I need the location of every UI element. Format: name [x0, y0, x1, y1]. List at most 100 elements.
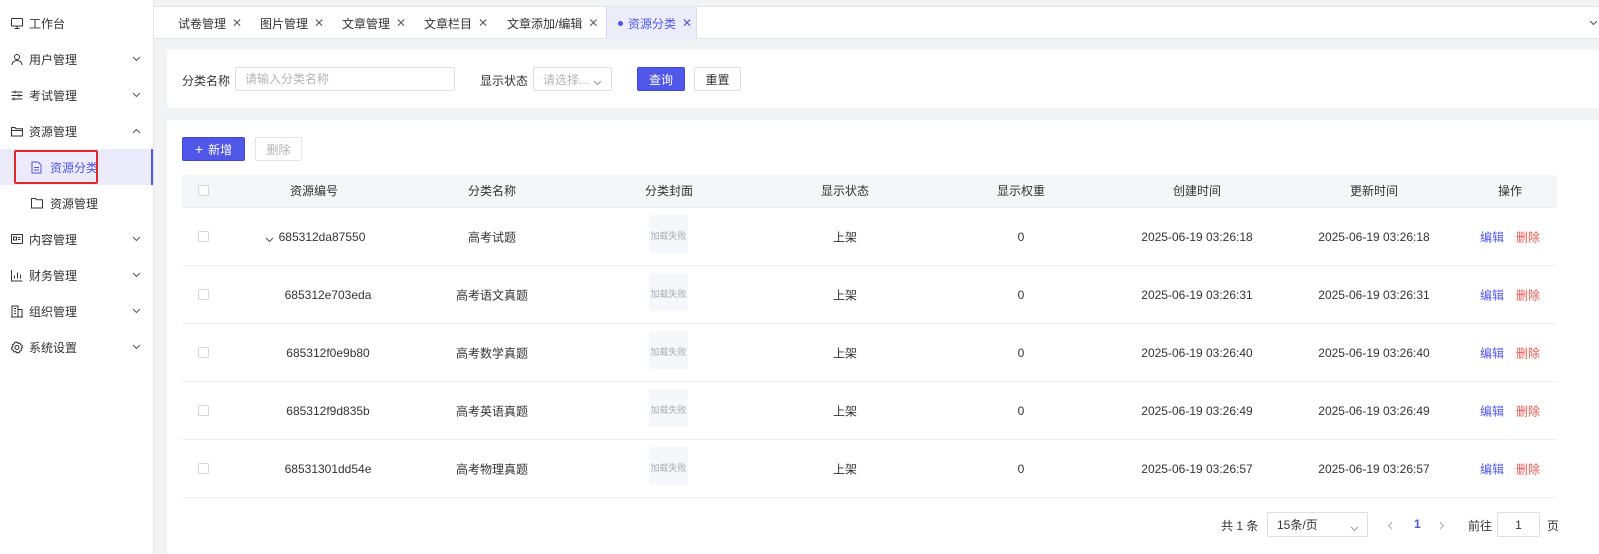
- category-name: 高考语文真题: [455, 288, 529, 302]
- current-page[interactable]: 1: [1414, 517, 1421, 531]
- tab-label: 文章栏目: [424, 16, 473, 31]
- sliders-icon: [10, 89, 23, 102]
- sidebar-item-label: 内容管理: [29, 232, 78, 247]
- delete-link[interactable]: 删除: [1516, 344, 1540, 361]
- sidebar-item-resource-category[interactable]: 资源分类: [0, 149, 153, 185]
- created-time: 2025-06-19 03:26:18: [1141, 229, 1253, 244]
- tab-resource-category[interactable]: 资源分类 ✕: [606, 7, 697, 39]
- next-page-icon[interactable]: [1439, 519, 1449, 530]
- close-icon[interactable]: ✕: [478, 16, 488, 30]
- edit-link[interactable]: 编辑: [1480, 286, 1504, 303]
- monitor-icon: [10, 17, 23, 30]
- updated-time: 2025-06-19 03:26:57: [1318, 461, 1430, 476]
- sidebar-item-users[interactable]: 用户管理: [0, 41, 153, 77]
- search-panel: 分类名称 显示状态 请选择... 查询 重置: [167, 50, 1599, 108]
- edit-link[interactable]: 编辑: [1480, 402, 1504, 419]
- row-checkbox[interactable]: [198, 463, 209, 474]
- sidebar-item-exams[interactable]: 考试管理: [0, 77, 153, 113]
- updated-time: 2025-06-19 03:26:40: [1318, 345, 1430, 360]
- close-icon[interactable]: ✕: [682, 16, 692, 30]
- sidebar: 工作台 用户管理 考试管理 资源管理 资源分类 资源管理 内容管理 财务管理 组…: [0, 0, 154, 554]
- chevron-down-icon[interactable]: [1589, 15, 1599, 26]
- display-weight: 0: [1017, 461, 1025, 476]
- row-checkbox[interactable]: [198, 231, 209, 242]
- tab-article-columns[interactable]: 文章栏目 ✕: [424, 7, 488, 39]
- delete-link[interactable]: 删除: [1516, 460, 1540, 477]
- chevron-down-icon: [131, 234, 141, 244]
- tab-articles[interactable]: 文章管理 ✕: [342, 7, 406, 39]
- category-name-input[interactable]: [235, 67, 455, 91]
- edit-link[interactable]: 编辑: [1480, 344, 1504, 361]
- folder-open-icon: [10, 125, 23, 138]
- display-status: 上架: [832, 462, 858, 476]
- query-button[interactable]: 查询: [637, 67, 685, 91]
- chevron-down-icon: [593, 75, 602, 89]
- updated-time: 2025-06-19 03:26:18: [1318, 229, 1430, 244]
- display-weight: 0: [1017, 229, 1025, 244]
- close-icon[interactable]: ✕: [396, 16, 406, 30]
- table-header: 资源编号 分类名称 分类封面 显示状态 显示权重 创建时间 更新时间 操作: [182, 175, 1557, 208]
- edit-link[interactable]: 编辑: [1480, 460, 1504, 477]
- bar-chart-icon: [10, 269, 23, 282]
- edit-link[interactable]: 编辑: [1480, 228, 1504, 245]
- user-icon: [10, 53, 23, 66]
- goto-page-input[interactable]: [1497, 512, 1540, 537]
- row-checkbox[interactable]: [198, 405, 209, 416]
- display-weight: 0: [1017, 403, 1025, 418]
- sidebar-item-label: 资源管理: [50, 196, 99, 211]
- reset-button[interactable]: 重置: [694, 67, 741, 91]
- table-row: 685312e703eda 高考语文真题 加载失败 上架 0 2025-06-1…: [182, 266, 1557, 324]
- close-icon[interactable]: ✕: [588, 16, 598, 30]
- plus-icon: +: [194, 141, 204, 157]
- tab-images[interactable]: 图片管理 ✕: [260, 7, 324, 39]
- table-row: 685312da87550 高考试题 加载失败 上架 0 2025-06-19 …: [182, 208, 1557, 266]
- sidebar-item-settings[interactable]: 系统设置: [0, 329, 153, 365]
- resource-id: 685312da87550: [278, 229, 366, 244]
- sidebar-item-content[interactable]: 内容管理: [0, 221, 153, 257]
- row-checkbox[interactable]: [198, 289, 209, 300]
- row-checkbox[interactable]: [198, 347, 209, 358]
- chevron-down-icon: [131, 90, 141, 100]
- active-dot: [618, 20, 623, 26]
- display-status: 上架: [832, 404, 858, 418]
- resource-id: 68531301dd54e: [284, 461, 372, 476]
- chevron-down-icon: [131, 342, 141, 352]
- tab-article-edit[interactable]: 文章添加/编辑 ✕: [507, 7, 598, 39]
- page-size-select[interactable]: 15条/页: [1267, 512, 1368, 537]
- table-row: 685312f9d835b 高考英语真题 加载失败 上架 0 2025-06-1…: [182, 382, 1557, 440]
- display-status-select[interactable]: 请选择...: [533, 67, 612, 91]
- display-status: 上架: [832, 346, 858, 360]
- chevron-down-icon[interactable]: [265, 232, 275, 242]
- cover-placeholder: 加载失败: [649, 215, 688, 253]
- sidebar-item-finance[interactable]: 财务管理: [0, 257, 153, 293]
- folder-icon: [30, 197, 43, 210]
- table-panel: + 新增 删除 资源编号 分类名称 分类封面 显示状态 显示权重 创建时间 更新…: [167, 120, 1599, 554]
- prev-page-icon[interactable]: [1387, 519, 1397, 530]
- sidebar-item-label: 工作台: [29, 16, 66, 31]
- select-all-checkbox[interactable]: [198, 185, 209, 196]
- display-status: 上架: [832, 230, 858, 244]
- delete-link[interactable]: 删除: [1516, 228, 1540, 245]
- close-icon[interactable]: ✕: [232, 16, 242, 30]
- id-card-icon: [10, 233, 23, 246]
- tab-label: 文章管理: [342, 16, 391, 31]
- sidebar-item-resource-manage[interactable]: 资源管理: [0, 185, 153, 221]
- display-weight: 0: [1017, 287, 1025, 302]
- cover-placeholder: 加载失败: [649, 447, 688, 485]
- sidebar-item-organization[interactable]: 组织管理: [0, 293, 153, 329]
- delete-link[interactable]: 删除: [1516, 286, 1540, 303]
- delete-link[interactable]: 删除: [1516, 402, 1540, 419]
- chevron-up-icon: [131, 126, 141, 136]
- sidebar-item-resources[interactable]: 资源管理: [0, 113, 153, 149]
- chevron-down-icon: [131, 306, 141, 316]
- bulk-delete-button[interactable]: 删除: [255, 137, 302, 161]
- tab-exam-papers[interactable]: 试卷管理 ✕: [178, 7, 242, 39]
- column-header: 更新时间: [1349, 184, 1399, 198]
- category-name: 高考物理真题: [455, 462, 529, 476]
- created-time: 2025-06-19 03:26:31: [1141, 287, 1253, 302]
- sidebar-item-workbench[interactable]: 工作台: [0, 5, 153, 41]
- sidebar-item-label: 用户管理: [29, 52, 78, 67]
- add-button[interactable]: + 新增: [182, 137, 245, 161]
- close-icon[interactable]: ✕: [314, 16, 324, 30]
- cover-placeholder: 加载失败: [649, 389, 688, 427]
